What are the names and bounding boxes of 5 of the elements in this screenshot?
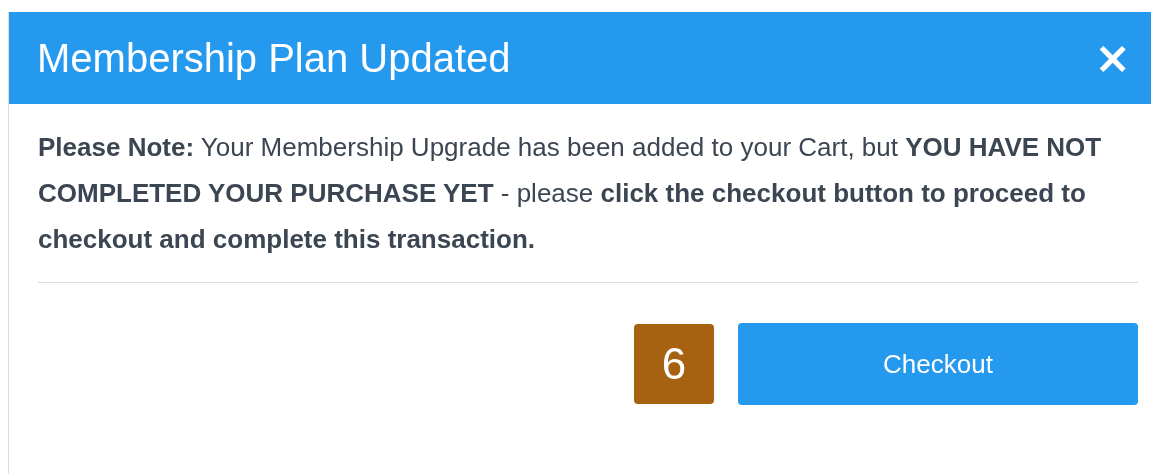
count-badge: 6 — [634, 324, 714, 404]
close-button[interactable]: × — [1090, 36, 1135, 80]
checkout-button[interactable]: Checkout — [738, 323, 1138, 405]
message-text: Please Note: Your Membership Upgrade has been added to your Cart, but YOU HAVE NOT COMPLETED YOUR PURCHASE YET - please click the checkout button to proceed to checkout and complete this transaction. — [38, 131, 1103, 256]
dialog-title: Membership Plan Updated — [37, 35, 511, 81]
